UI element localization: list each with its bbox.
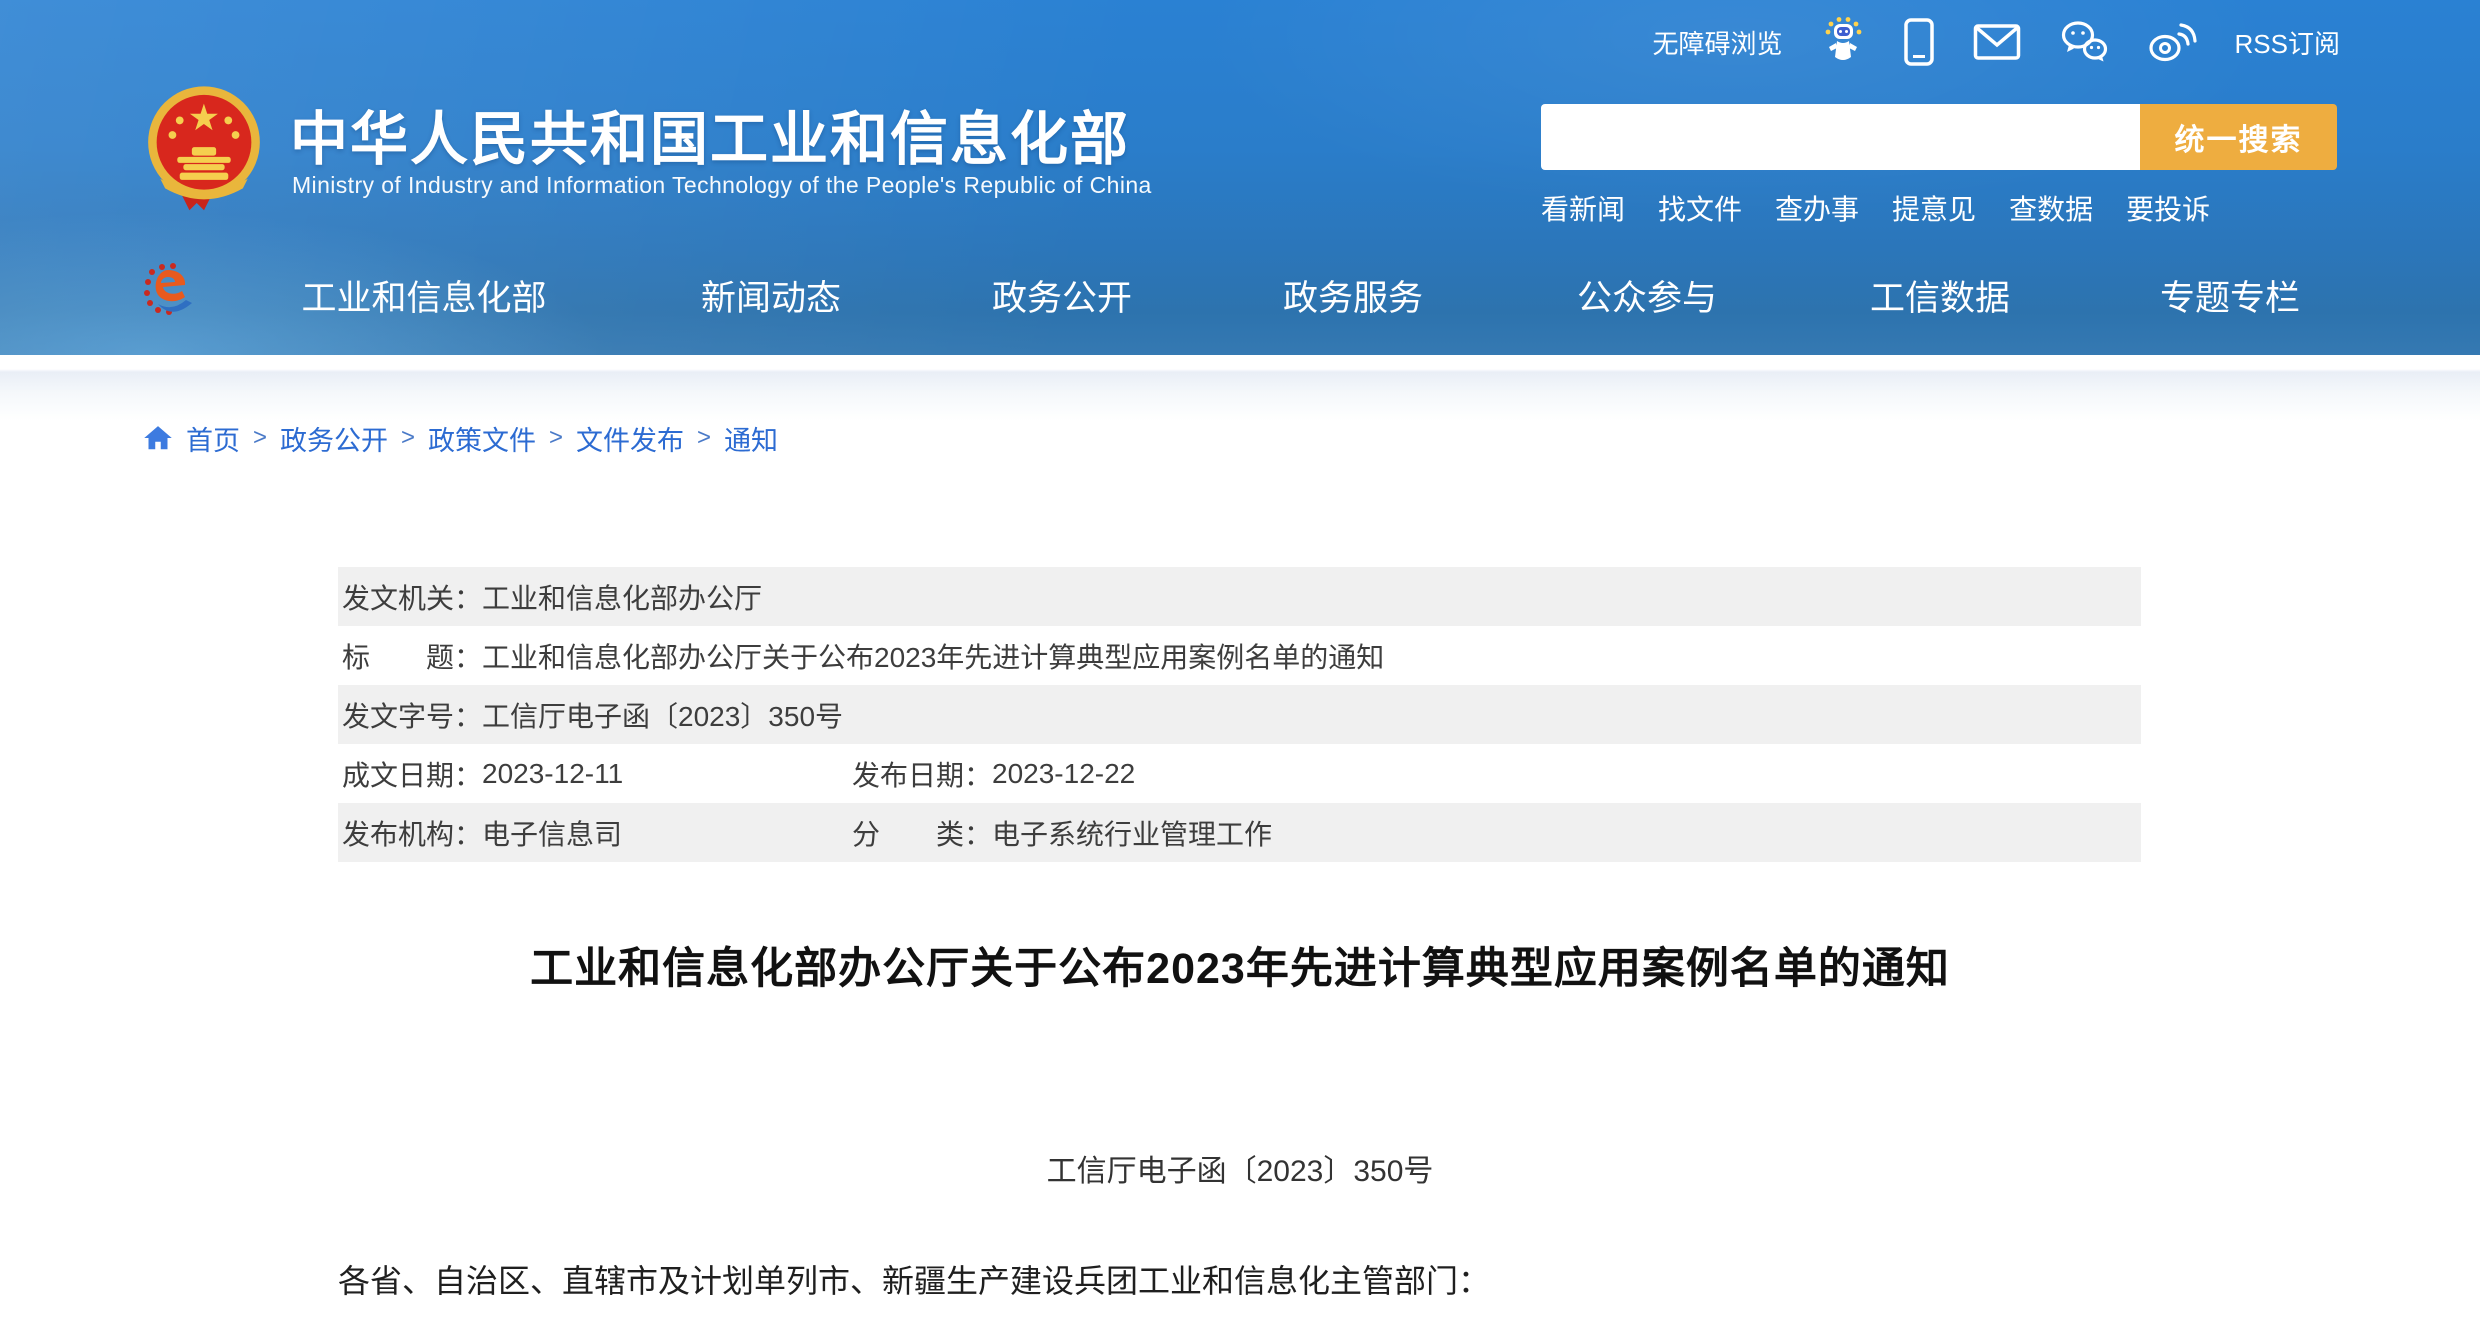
home-icon[interactable] xyxy=(143,424,173,452)
meta-row-title: 标 题： 工业和信息化部办公厅关于公布2023年先进计算典型应用案例名单的通知 xyxy=(338,626,2141,685)
quick-links: 看新闻 找文件 查办事 提意见 查数据 要投诉 xyxy=(1541,188,2210,228)
quick-link-data[interactable]: 查数据 xyxy=(2009,188,2093,228)
breadcrumb-separator: > xyxy=(253,424,267,452)
wechat-icon[interactable] xyxy=(2059,20,2109,64)
meta-value: 工业和信息化部办公厅关于公布2023年先进计算典型应用案例名单的通知 xyxy=(482,636,1384,676)
nav-item-news[interactable]: 新闻动态 xyxy=(701,270,841,321)
meta-row-issuing-agency: 发文机关： 工业和信息化部办公厅 xyxy=(338,567,2141,626)
meta-row-publisher-category: 发布机构： 电子信息司 分 类： 电子系统行业管理工作 xyxy=(338,803,2141,862)
meta-value: 电子系统行业管理工作 xyxy=(992,813,1272,853)
quick-link-services[interactable]: 查办事 xyxy=(1775,188,1859,228)
document-salutation: 各省、自治区、直辖市及计划单列市、新疆生产建设兵团工业和信息化主管部门： xyxy=(338,1256,1490,1302)
meta-label: 分 类： xyxy=(852,813,992,853)
meta-label: 成文日期： xyxy=(342,754,482,794)
search-input[interactable] xyxy=(1541,104,2140,170)
national-emblem-icon[interactable] xyxy=(143,84,265,220)
meta-value: 工信厅电子函〔2023〕350号 xyxy=(482,695,843,735)
topbar: 无障碍浏览 xyxy=(1653,14,2340,70)
ministry-title[interactable]: 中华人民共和国工业和信息化部 xyxy=(290,92,1130,176)
weibo-icon[interactable] xyxy=(2147,20,2197,64)
header-banner: 无障碍浏览 xyxy=(0,0,2480,355)
search-box: 统一搜索 xyxy=(1541,104,2337,170)
meta-row-dates: 成文日期： 2023-12-11 发布日期： 2023-12-22 xyxy=(338,744,2141,803)
document-title: 工业和信息化部办公厅关于公布2023年先进计算典型应用案例名单的通知 xyxy=(0,934,2480,996)
breadcrumb-separator: > xyxy=(549,424,563,452)
nav-item-data[interactable]: 工信数据 xyxy=(1870,270,2010,321)
page: 无障碍浏览 xyxy=(0,0,2480,1342)
accessibility-link[interactable]: 无障碍浏览 xyxy=(1653,24,1783,61)
breadcrumb-notice[interactable]: 通知 xyxy=(724,419,778,458)
mobile-icon[interactable] xyxy=(1903,18,1935,66)
ministry-subtitle-en: Ministry of Industry and Information Tec… xyxy=(292,172,1152,199)
nav-item-topics[interactable]: 专题专栏 xyxy=(2160,270,2300,321)
nav-item-gov-open[interactable]: 政务公开 xyxy=(992,270,1132,321)
breadcrumb-file-release[interactable]: 文件发布 xyxy=(576,419,684,458)
content-top-shadow xyxy=(0,355,2480,425)
quick-link-news[interactable]: 看新闻 xyxy=(1541,188,1625,228)
meta-value: 2023-12-11 xyxy=(482,758,623,790)
quick-link-feedback[interactable]: 提意见 xyxy=(1892,188,1976,228)
rss-link[interactable]: RSS订阅 xyxy=(2235,24,2340,61)
mail-icon[interactable] xyxy=(1973,23,2021,61)
nav-item-services[interactable]: 政务服务 xyxy=(1283,270,1423,321)
quick-link-files[interactable]: 找文件 xyxy=(1658,188,1742,228)
meta-row-doc-number: 发文字号： 工信厅电子函〔2023〕350号 xyxy=(338,685,2141,744)
miit-e-logo-icon[interactable] xyxy=(140,260,196,318)
meta-value: 工业和信息化部办公厅 xyxy=(482,577,762,617)
document-number: 工信厅电子函〔2023〕350号 xyxy=(0,1146,2480,1190)
breadcrumb-separator: > xyxy=(401,424,415,452)
mascot-icon[interactable] xyxy=(1821,16,1865,68)
unified-search-button[interactable]: 统一搜索 xyxy=(2140,104,2337,170)
nav-item-miit[interactable]: 工业和信息化部 xyxy=(301,270,546,321)
breadcrumb-gov-open[interactable]: 政务公开 xyxy=(280,419,388,458)
meta-label: 发布日期： xyxy=(852,754,992,794)
document-meta-table: 发文机关： 工业和信息化部办公厅 标 题： 工业和信息化部办公厅关于公布2023… xyxy=(338,567,2141,862)
meta-label: 标 题： xyxy=(342,636,482,676)
breadcrumb: 首页 > 政务公开 > 政策文件 > 文件发布 > 通知 xyxy=(143,419,778,457)
meta-value: 电子信息司 xyxy=(482,813,622,853)
breadcrumb-policy-files[interactable]: 政策文件 xyxy=(428,419,536,458)
quick-link-complaint[interactable]: 要投诉 xyxy=(2126,188,2210,228)
meta-label: 发布机构： xyxy=(342,813,482,853)
meta-value: 2023-12-22 xyxy=(992,758,1135,790)
nav-item-public[interactable]: 公众参与 xyxy=(1577,270,1717,321)
breadcrumb-home[interactable]: 首页 xyxy=(186,419,240,458)
meta-label: 发文字号： xyxy=(342,695,482,735)
breadcrumb-separator: > xyxy=(697,424,711,452)
meta-label: 发文机关： xyxy=(342,577,482,617)
